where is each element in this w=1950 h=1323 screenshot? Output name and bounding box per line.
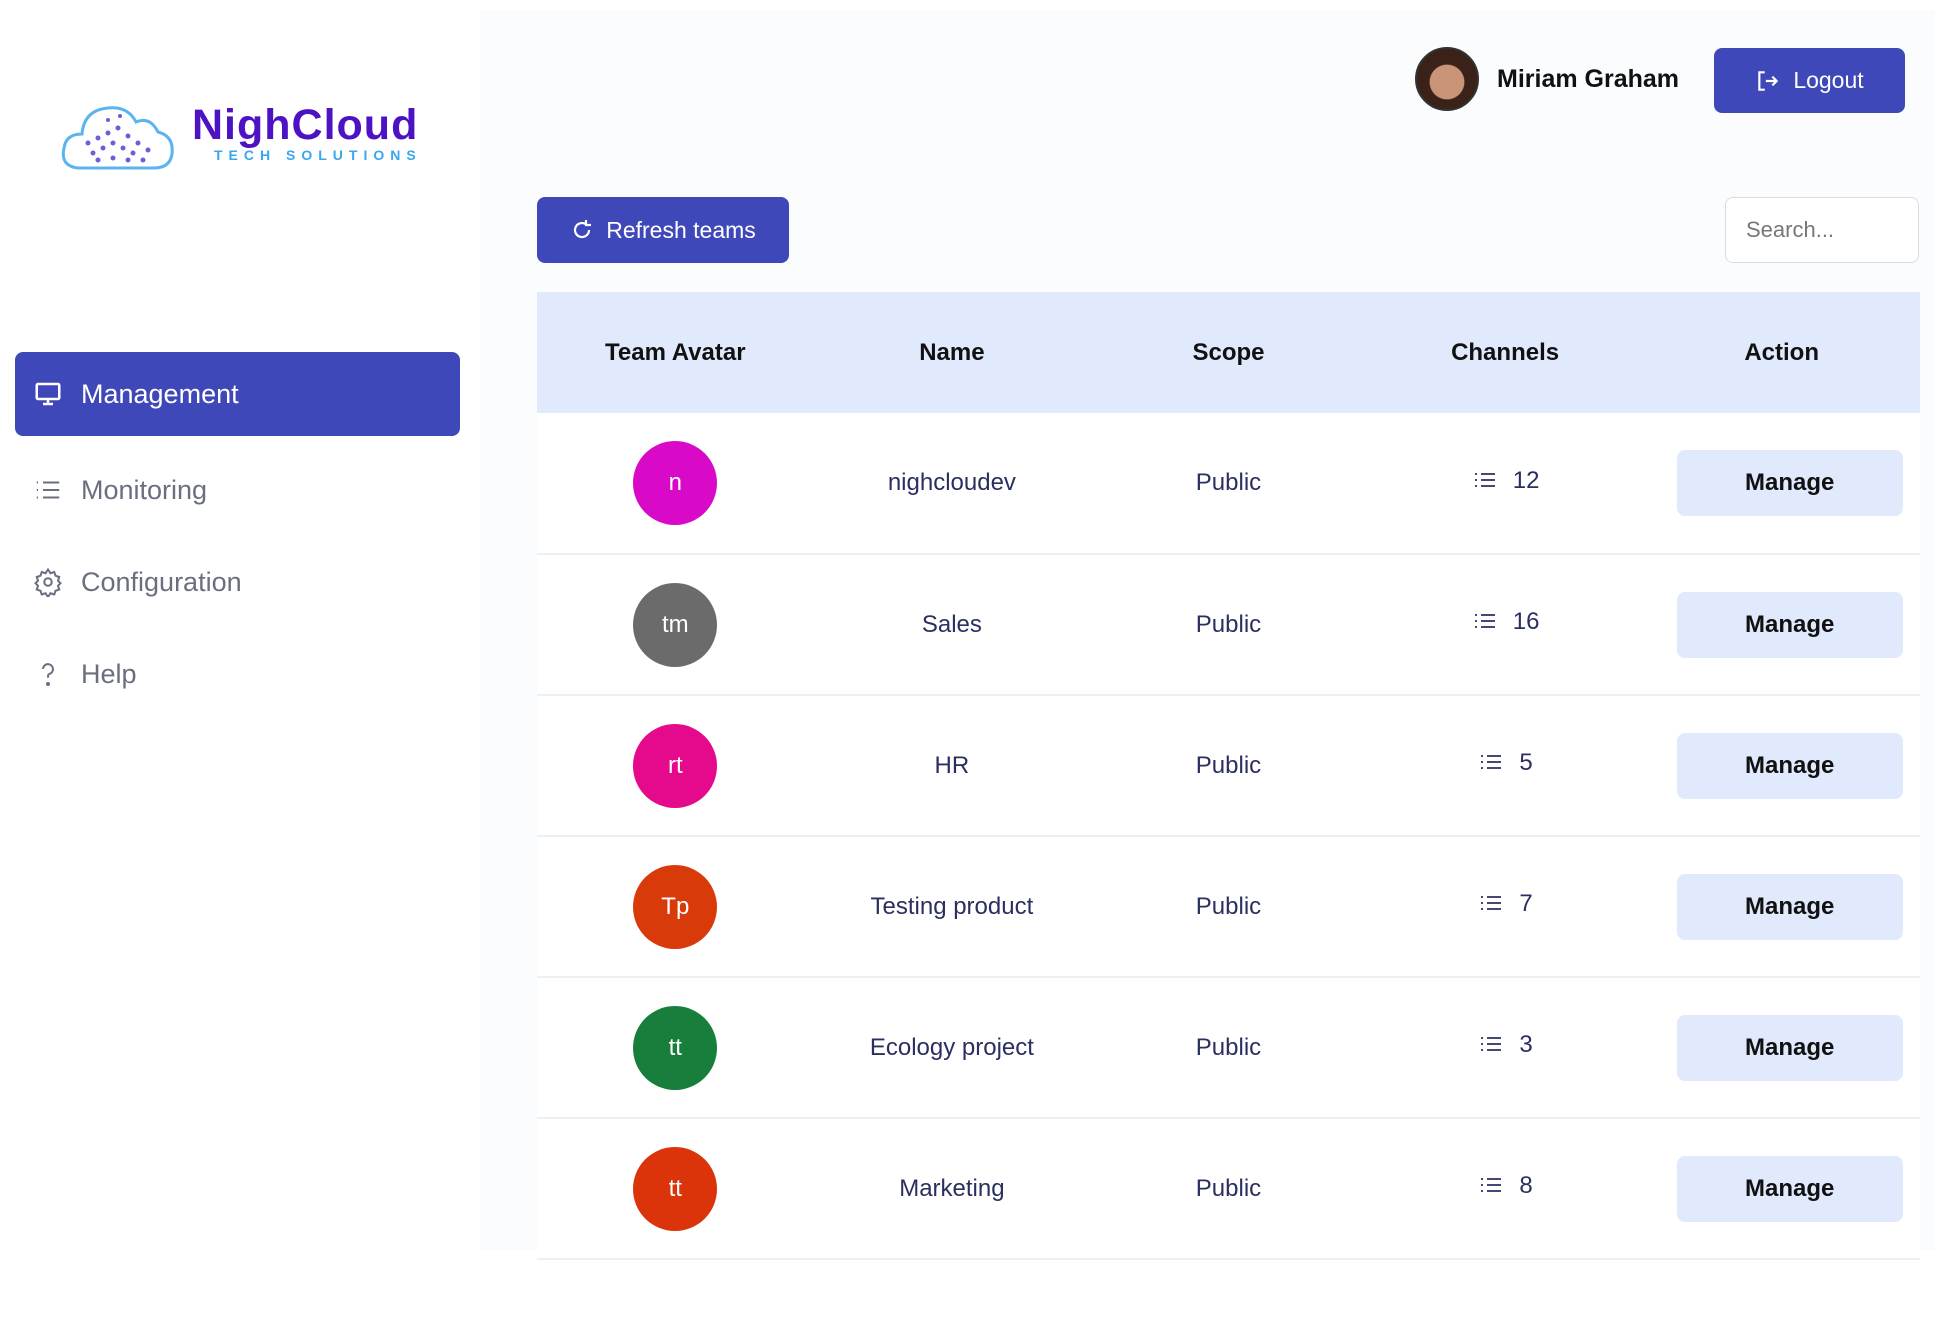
gear-icon xyxy=(33,567,63,597)
column-header: Scope xyxy=(1090,292,1367,413)
team-avatar: tt xyxy=(633,1006,717,1090)
user-name: Miriam Graham xyxy=(1497,65,1679,94)
table-row: Tp Testing product Public 7 Manage xyxy=(537,836,1920,977)
team-name: Ecology project xyxy=(814,977,1091,1118)
team-avatar: tm xyxy=(633,583,717,667)
team-name: HR xyxy=(814,695,1091,836)
manage-button[interactable]: Manage xyxy=(1677,733,1903,799)
manage-button[interactable]: Manage xyxy=(1677,1015,1903,1081)
channel-count-value: 5 xyxy=(1519,749,1532,777)
team-name: Marketing xyxy=(814,1118,1091,1259)
list-icon xyxy=(1477,751,1505,775)
teams-table: Team Avatar Name Scope Channels Action n… xyxy=(537,292,1920,1260)
team-avatar: n xyxy=(633,441,717,525)
manage-button[interactable]: Manage xyxy=(1677,1156,1903,1222)
list-icon xyxy=(33,475,63,505)
logout-label: Logout xyxy=(1793,67,1863,94)
channel-count-value: 7 xyxy=(1519,890,1532,918)
table-row: n nighcloudev Public 12 Manage xyxy=(537,413,1920,554)
logo-tagline: TECH SOLUTIONS xyxy=(214,147,422,163)
channel-count: 8 xyxy=(1477,1172,1532,1200)
sidebar-item-monitoring[interactable]: Monitoring xyxy=(15,448,460,532)
sidebar-item-label: Monitoring xyxy=(81,475,207,506)
table-header-row: Team Avatar Name Scope Channels Action xyxy=(537,292,1920,413)
channel-count: 7 xyxy=(1477,890,1532,918)
team-avatar: rt xyxy=(633,724,717,808)
question-icon xyxy=(33,659,63,689)
sidebar-nav: Management Monitoring Configuration Help xyxy=(15,352,460,724)
channel-count: 3 xyxy=(1477,1031,1532,1059)
list-icon xyxy=(1477,1033,1505,1057)
team-avatar: Tp xyxy=(633,865,717,949)
table-row: tt Marketing Public 8 Manage xyxy=(537,1118,1920,1259)
team-scope: Public xyxy=(1090,836,1367,977)
user-profile: Miriam Graham xyxy=(1415,47,1679,111)
channel-count-value: 16 xyxy=(1513,608,1540,636)
column-header: Team Avatar xyxy=(537,292,814,413)
sidebar-item-help[interactable]: Help xyxy=(15,632,460,716)
refresh-teams-button[interactable]: Refresh teams xyxy=(537,197,789,263)
search-input[interactable] xyxy=(1725,197,1919,263)
channel-count-value: 12 xyxy=(1513,467,1540,495)
sidebar-item-label: Configuration xyxy=(81,567,242,598)
monitor-icon xyxy=(33,379,63,409)
team-scope: Public xyxy=(1090,977,1367,1118)
logout-button[interactable]: Logout xyxy=(1714,48,1905,113)
team-name: Testing product xyxy=(814,836,1091,977)
manage-button[interactable]: Manage xyxy=(1677,450,1903,516)
table-row: tt Ecology project Public 3 Manage xyxy=(537,977,1920,1118)
logout-icon xyxy=(1755,68,1781,94)
list-icon xyxy=(1477,1174,1505,1198)
list-icon xyxy=(1477,892,1505,916)
table-row: rt HR Public 5 Manage xyxy=(537,695,1920,836)
channel-count: 5 xyxy=(1477,749,1532,777)
list-icon xyxy=(1471,610,1499,634)
logo-name: NighCloud xyxy=(192,103,422,147)
channel-count-value: 3 xyxy=(1519,1031,1532,1059)
team-scope: Public xyxy=(1090,554,1367,695)
manage-button[interactable]: Manage xyxy=(1677,874,1903,940)
team-scope: Public xyxy=(1090,413,1367,554)
list-icon xyxy=(1471,469,1499,493)
channel-count-value: 8 xyxy=(1519,1172,1532,1200)
sidebar-item-management[interactable]: Management xyxy=(15,352,460,436)
team-avatar: tt xyxy=(633,1147,717,1231)
channel-count: 16 xyxy=(1471,608,1540,636)
column-header: Action xyxy=(1643,292,1920,413)
refresh-icon xyxy=(570,218,594,242)
sidebar-item-label: Management xyxy=(81,379,239,410)
cloud-logo-icon xyxy=(58,88,178,178)
table-row: tm Sales Public 16 Manage xyxy=(537,554,1920,695)
team-scope: Public xyxy=(1090,695,1367,836)
column-header: Channels xyxy=(1367,292,1644,413)
sidebar-item-configuration[interactable]: Configuration xyxy=(15,540,460,624)
sidebar-item-label: Help xyxy=(81,659,137,690)
team-name: nighcloudev xyxy=(814,413,1091,554)
column-header: Name xyxy=(814,292,1091,413)
team-name: Sales xyxy=(814,554,1091,695)
logo: NighCloud TECH SOLUTIONS xyxy=(58,88,422,178)
avatar xyxy=(1415,47,1479,111)
sidebar: NighCloud TECH SOLUTIONS Management Moni… xyxy=(0,0,480,1323)
channel-count: 12 xyxy=(1471,467,1540,495)
manage-button[interactable]: Manage xyxy=(1677,592,1903,658)
refresh-label: Refresh teams xyxy=(606,217,756,244)
team-scope: Public xyxy=(1090,1118,1367,1259)
